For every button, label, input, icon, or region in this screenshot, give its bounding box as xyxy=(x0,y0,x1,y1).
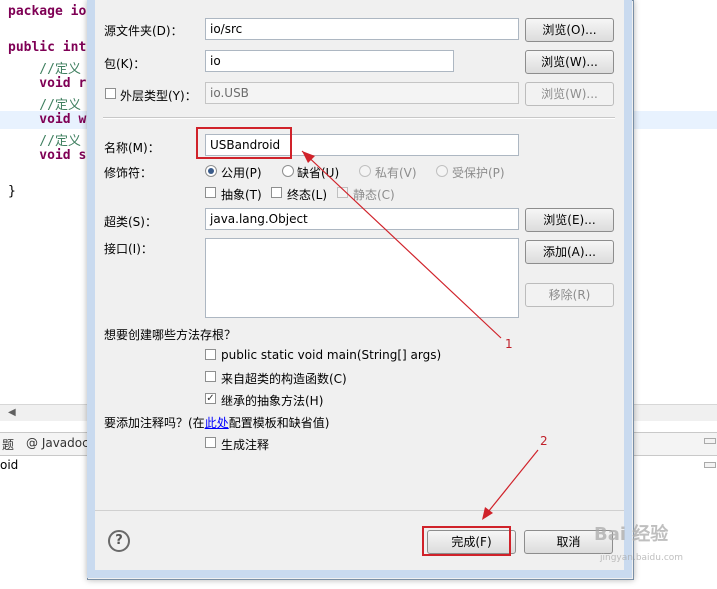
arrow-line-1 xyxy=(301,150,502,339)
watermark: Bai 经验 xyxy=(594,524,669,545)
arrowhead-2 xyxy=(482,507,493,520)
annotation-arrows xyxy=(301,150,539,520)
arrow-line-2 xyxy=(483,449,539,518)
watermark-url: jingyan.baidu.com xyxy=(600,553,684,563)
annotation-marker-2: 2 xyxy=(540,434,548,448)
annotation-marker-1: 1 xyxy=(505,337,513,351)
